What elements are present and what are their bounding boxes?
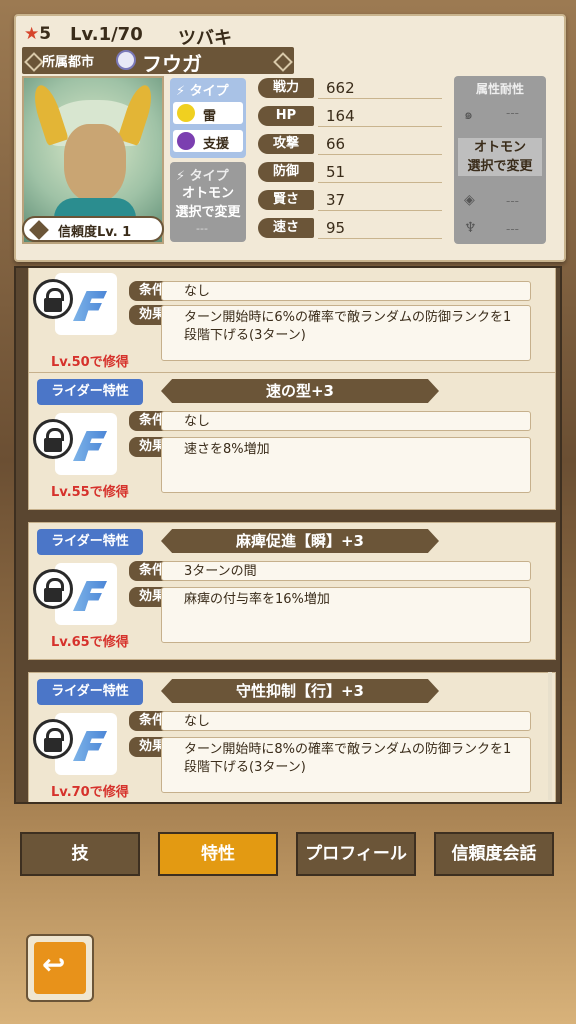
trust-level-badge: 信頼度Lv. 1	[22, 216, 164, 242]
stat-value: 37	[326, 191, 346, 209]
condition-value: 3ターンの間	[161, 561, 531, 581]
resistance-value: ---	[506, 106, 519, 120]
stat-row-power: 戦力 662	[254, 76, 444, 100]
learn-level: Lv.70で修得	[51, 785, 129, 800]
stat-row-defense: 防御 51	[254, 160, 444, 184]
resistance-value: ---	[506, 222, 519, 236]
resistance-header: 属性耐性	[475, 82, 524, 96]
stat-label: 攻撃	[258, 134, 314, 154]
star-icon: ★	[24, 24, 40, 44]
stat-value: 662	[326, 79, 355, 97]
effect-value: 速さを8%増加	[161, 437, 531, 493]
rider-trait-tag: ライダー特性	[37, 379, 143, 405]
stat-label: 防御	[258, 162, 314, 182]
stat-label: 賢さ	[258, 190, 314, 210]
otomon-note-line1: オトモン	[181, 186, 234, 201]
learn-level: Lv.55で修得	[51, 485, 129, 500]
back-arrow-icon: ↩	[42, 948, 66, 981]
learn-level: Lv.50で修得	[51, 355, 129, 370]
skill-list[interactable]: 条件 なし 効果 ターン開始時に6%の確率で敵ランダムの防御ランクを1段階下げる…	[14, 266, 562, 804]
divider	[318, 126, 442, 127]
level-text: Lv.1/70	[70, 24, 143, 45]
type-row: 雷	[173, 102, 243, 124]
rarity: ★5	[24, 24, 51, 44]
divider	[318, 98, 442, 99]
otomon-note-line2: 選択で変更	[175, 205, 241, 220]
ice-icon: ◈	[464, 192, 475, 208]
skill-card[interactable]: ライダー特性 守性抑制【行】+3 条件 なし 効果 ターン開始時に8%の確率で敵…	[28, 672, 556, 802]
stat-label: HP	[258, 106, 314, 126]
city-emblem-icon	[116, 50, 136, 70]
stat-value: 164	[326, 107, 355, 125]
resistance-note-line1: オトモン	[473, 140, 526, 155]
tab-traits[interactable]: 特性	[158, 832, 278, 876]
rider-trait-tag: ライダー特性	[37, 529, 143, 555]
skill-card[interactable]: ライダー特性 速の型+3 条件 なし 効果 速さを8%増加 Lv.55で修得	[28, 372, 556, 510]
divider	[318, 210, 442, 211]
otomon-type-header: ⚡ タイプ	[176, 169, 229, 184]
skill-title: 麻痺促進【瞬】+3	[161, 529, 439, 553]
stat-value: 95	[326, 219, 346, 237]
divider	[318, 154, 442, 155]
trust-icon	[29, 220, 49, 240]
type-row: 支援	[173, 130, 243, 152]
type-label: 雷	[203, 109, 217, 124]
effect-value: ターン開始時に8%の確率で敵ランダムの防御ランクを1段階下げる(3ターン)	[161, 737, 531, 793]
otomon-type-note: オトモン 選択で変更	[172, 184, 244, 222]
rider-trait-tag: ライダー特性	[37, 679, 143, 705]
trust-level-text: 信頼度Lv. 1	[58, 225, 132, 240]
resistance-note-line2: 選択で変更	[467, 159, 533, 174]
tab-trust-talk[interactable]: 信頼度会話	[434, 832, 554, 876]
resistance-row: ◈ ---	[458, 188, 542, 216]
condition-value: なし	[161, 281, 531, 301]
city-name: フウガ	[142, 52, 202, 76]
stat-label: 戦力	[258, 78, 314, 98]
resistance-note: オトモン 選択で変更	[458, 138, 542, 176]
portrait-face	[64, 124, 126, 202]
condition-value: なし	[161, 411, 531, 431]
stat-row-hp: HP 164	[254, 104, 444, 128]
support-icon	[177, 132, 195, 150]
lock-icon	[33, 279, 73, 319]
stat-value: 66	[326, 135, 346, 153]
divider	[318, 238, 442, 239]
stats-panel: 戦力 662 HP 164 攻撃 66 防御 51 賢さ 37 速さ 95	[254, 76, 448, 244]
resistance-value: ---	[506, 194, 519, 208]
lock-icon	[33, 719, 73, 759]
tab-profile[interactable]: プロフィール	[296, 832, 416, 876]
skill-title: 速の型+3	[161, 379, 439, 403]
effect-value: 麻痺の付与率を16%増加	[161, 587, 531, 643]
stat-row-intelligence: 賢さ 37	[254, 188, 444, 212]
lock-icon	[33, 419, 73, 459]
divider	[318, 182, 442, 183]
back-button[interactable]: ↩	[26, 934, 94, 1002]
lock-icon	[33, 569, 73, 609]
stat-value: 51	[326, 163, 346, 181]
skill-card[interactable]: ライダー特性 麻痺促進【瞬】+3 条件 3ターンの間 効果 麻痺の付与率を16%…	[28, 522, 556, 660]
resistance-row: ๑ ---	[458, 100, 542, 128]
dragon-icon: ♆	[464, 220, 477, 236]
city-label: 所属都市	[42, 55, 95, 70]
tab-skills[interactable]: 技	[20, 832, 140, 876]
effect-value: ターン開始時に6%の確率で敵ランダムの防御ランクを1段階下げる(3ターン)	[161, 305, 531, 361]
type-header: ⚡ タイプ	[176, 84, 229, 99]
skill-title: 守性抑制【行】+3	[161, 679, 439, 703]
stat-row-attack: 攻撃 66	[254, 132, 444, 156]
otomon-type-empty: ---	[196, 222, 208, 235]
condition-value: なし	[161, 711, 531, 731]
rarity-value: 5	[39, 24, 52, 44]
scrollbar[interactable]	[548, 672, 552, 800]
type-label: 支援	[203, 137, 230, 152]
thunder-icon	[177, 104, 195, 122]
learn-level: Lv.65で修得	[51, 635, 129, 650]
stat-row-speed: 速さ 95	[254, 216, 444, 240]
skill-card[interactable]: 条件 なし 効果 ターン開始時に6%の確率で敵ランダムの防御ランクを1段階下げる…	[28, 268, 556, 384]
resistance-row: ♆ ---	[458, 216, 542, 244]
stat-label: 速さ	[258, 218, 314, 238]
fire-icon: ๑	[464, 107, 473, 123]
